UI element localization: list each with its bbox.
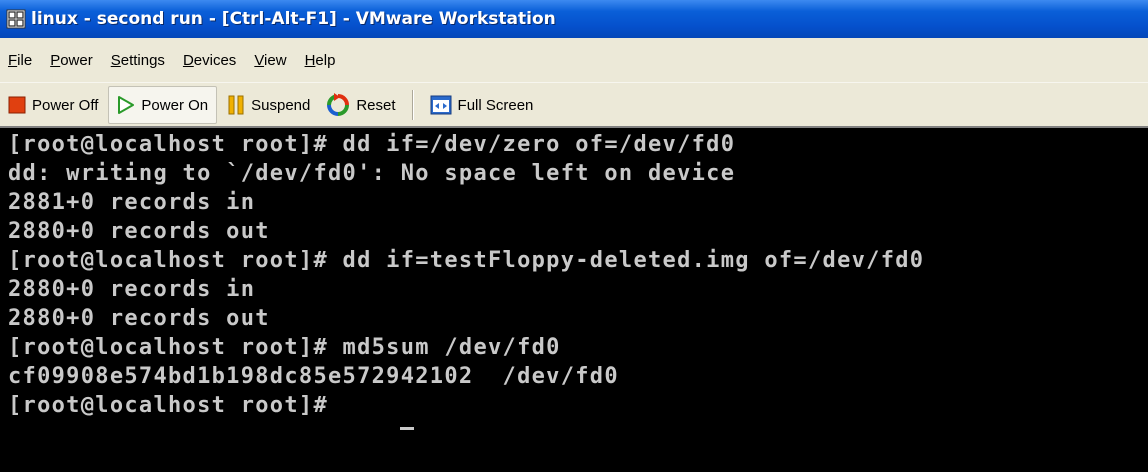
full-screen-icon: [430, 95, 452, 115]
menu-settings[interactable]: Settings: [102, 52, 174, 69]
console-line: cf09908e574bd1b198dc85e572942102 /dev/fd…: [8, 364, 619, 389]
stop-icon: [8, 96, 26, 114]
menu-power[interactable]: Power: [41, 52, 102, 69]
power-on-button[interactable]: Power On: [108, 86, 218, 124]
reset-button[interactable]: Reset: [318, 87, 403, 123]
console-prompt-line: [root@localhost root]#: [8, 393, 343, 418]
menu-file[interactable]: File: [0, 52, 41, 69]
vm-console[interactable]: [root@localhost root]# dd if=/dev/zero o…: [0, 126, 1148, 472]
console-line: [root@localhost root]# md5sum /dev/fd0: [8, 335, 561, 360]
text-cursor: [400, 427, 414, 430]
pause-icon: [227, 95, 245, 115]
console-line: [root@localhost root]# dd if=testFloppy-…: [8, 248, 925, 273]
power-on-label: Power On: [141, 96, 209, 114]
power-off-button[interactable]: Power Off: [0, 87, 106, 123]
console-line: 2880+0 records out: [8, 306, 270, 331]
vmware-window: linux - second run - [Ctrl-Alt-F1] - VMw…: [0, 0, 1148, 472]
full-screen-label: Full Screen: [457, 96, 534, 114]
console-line: 2880+0 records out: [8, 219, 270, 244]
menu-view[interactable]: View: [245, 52, 295, 69]
console-line: [root@localhost root]# dd if=/dev/zero o…: [8, 132, 736, 157]
reset-icon: [326, 93, 350, 117]
menu-help[interactable]: Help: [296, 52, 345, 69]
console-line: dd: writing to `/dev/fd0': No space left…: [8, 161, 736, 186]
toolbar: Power Off Power On Suspend Reset Full Sc…: [0, 82, 1148, 127]
vmware-app-icon[interactable]: [5, 8, 27, 30]
play-icon: [117, 95, 135, 115]
console-line: 2881+0 records in: [8, 190, 256, 215]
window-title: linux - second run - [Ctrl-Alt-F1] - VMw…: [31, 9, 556, 29]
toolbar-separator: [411, 90, 414, 120]
menu-bar: File Power Settings Devices View Help: [0, 38, 1148, 82]
power-off-label: Power Off: [32, 96, 99, 114]
suspend-label: Suspend: [251, 96, 311, 114]
console-line: 2880+0 records in: [8, 277, 256, 302]
reset-label: Reset: [356, 96, 396, 114]
menu-devices[interactable]: Devices: [174, 52, 245, 69]
title-bar[interactable]: linux - second run - [Ctrl-Alt-F1] - VMw…: [0, 0, 1148, 38]
suspend-button[interactable]: Suspend: [219, 87, 318, 123]
full-screen-button[interactable]: Full Screen: [422, 87, 542, 123]
